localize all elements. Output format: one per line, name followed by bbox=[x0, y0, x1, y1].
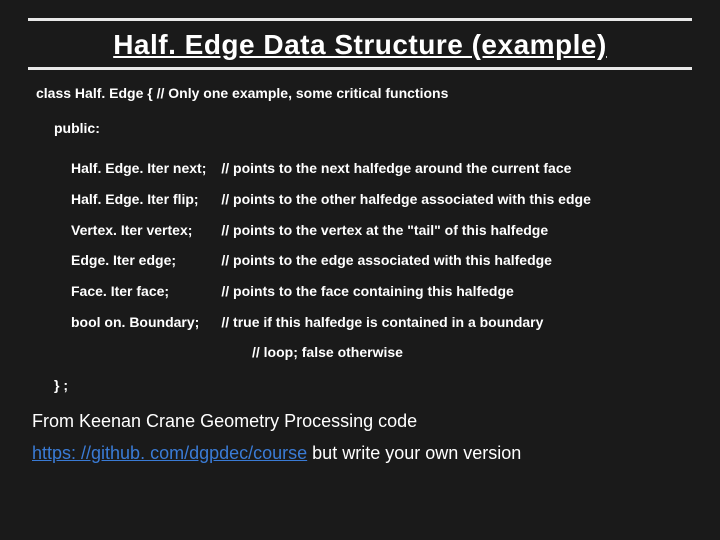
loop-continuation: // loop; false otherwise bbox=[252, 343, 688, 362]
slide-title: Half. Edge Data Structure (example) bbox=[28, 29, 692, 61]
slide: Half. Edge Data Structure (example) clas… bbox=[0, 0, 720, 540]
public-label: public: bbox=[54, 119, 688, 138]
top-rule bbox=[28, 18, 692, 21]
member-comment: // true if this halfedge is contained in… bbox=[220, 312, 605, 333]
member-comment: // points to the face containing this ha… bbox=[220, 281, 605, 302]
member-decl: Vertex. Iter vertex; bbox=[70, 220, 220, 241]
table-row: bool on. Boundary; // true if this halfe… bbox=[70, 312, 605, 333]
slide-body: class Half. Edge { // Only one example, … bbox=[28, 70, 692, 466]
member-decl: Edge. Iter edge; bbox=[70, 250, 220, 271]
member-comment: // points to the edge associated with th… bbox=[220, 250, 605, 271]
member-comment: // points to the vertex at the "tail" of… bbox=[220, 220, 605, 241]
table-row: Half. Edge. Iter flip; // points to the … bbox=[70, 189, 605, 210]
link-line: https: //github. com/dgpdec/course but w… bbox=[32, 441, 688, 465]
member-decl: Half. Edge. Iter next; bbox=[70, 158, 220, 179]
link-tail: but write your own version bbox=[307, 443, 521, 463]
member-comment: // points to the other halfedge associat… bbox=[220, 189, 605, 210]
table-row: Half. Edge. Iter next; // points to the … bbox=[70, 158, 605, 179]
credit-line: From Keenan Crane Geometry Processing co… bbox=[32, 409, 688, 433]
member-decl: bool on. Boundary; bbox=[70, 312, 220, 333]
member-decl: Half. Edge. Iter flip; bbox=[70, 189, 220, 210]
class-declaration: class Half. Edge { // Only one example, … bbox=[36, 84, 688, 103]
table-row: Face. Iter face; // points to the face c… bbox=[70, 281, 605, 302]
table-row: Edge. Iter edge; // points to the edge a… bbox=[70, 250, 605, 271]
source-link[interactable]: https: //github. com/dgpdec/course bbox=[32, 443, 307, 463]
table-row: Vertex. Iter vertex; // points to the ve… bbox=[70, 220, 605, 241]
member-comment: // points to the next halfedge around th… bbox=[220, 158, 605, 179]
class-close: } ; bbox=[54, 376, 688, 395]
members-table: Half. Edge. Iter next; // points to the … bbox=[70, 148, 605, 343]
member-decl: Face. Iter face; bbox=[70, 281, 220, 302]
